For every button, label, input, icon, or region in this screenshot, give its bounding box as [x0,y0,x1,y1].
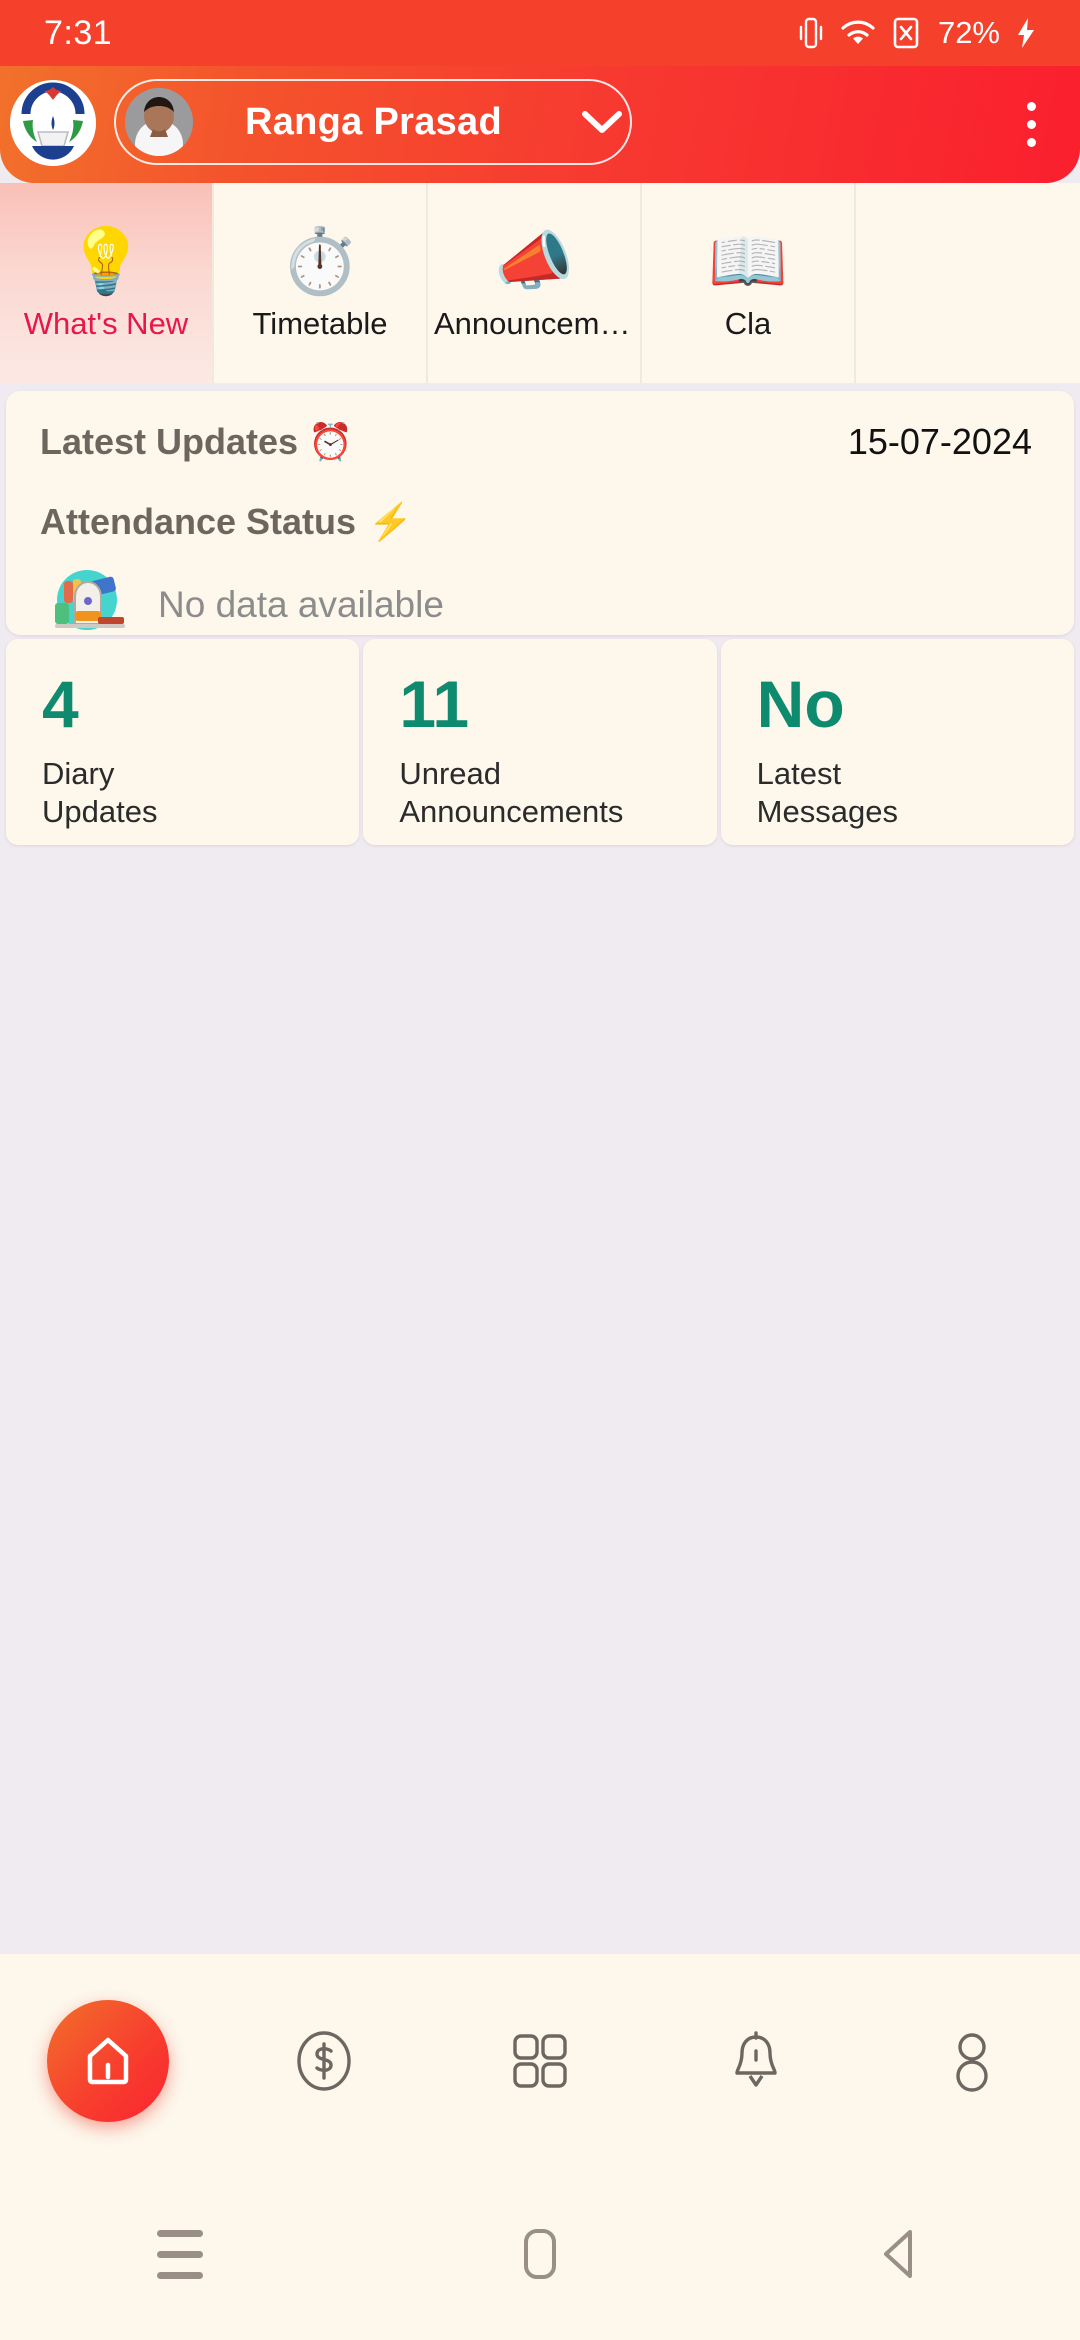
charging-bolt-icon [1016,17,1036,49]
stat-label-line2: Messages [756,793,898,829]
stat-label: Latest Messages [757,755,1074,831]
dollar-circle-icon [297,2031,351,2091]
stat-card-diary-updates[interactable]: 4 Diary Updates [6,639,360,845]
vibrate-icon [798,16,824,50]
sys-home-button[interactable] [360,2225,720,2283]
recents-line [157,2271,203,2279]
lightbulb-book-icon: 💡 [66,225,146,297]
recents-line [157,2250,203,2258]
tab-classwork[interactable]: 📖 Cla [642,183,856,383]
chevron-down-icon[interactable] [574,109,630,135]
kebab-menu-icon[interactable] [1004,90,1058,160]
sys-back-button[interactable] [720,2226,1080,2282]
lightning-bolt-icon: ⚡ [368,501,413,542]
tab-label: Timetable [252,306,388,341]
home-square-icon [524,2229,556,2279]
stat-value: 11 [399,667,470,741]
latest-updates-card: Latest Updates ⏰ 15-07-2024 Attendance S… [6,391,1074,635]
latest-updates-header: Latest Updates ⏰ 15-07-2024 [40,421,1040,463]
stat-label-line1: Unread [399,756,502,791]
recents-icon [157,2229,203,2279]
battery-percent: 72% [937,15,1000,50]
system-navigation-bar[interactable] [0,2168,1080,2340]
person-icon [956,2033,988,2092]
stat-value: 4 [42,667,79,741]
stat-label: Diary Updates [42,755,359,831]
status-bar-clock: 7:31 [44,13,113,52]
stat-label-line1: Diary [42,756,115,791]
open-book-icon: 📖 [708,225,788,297]
back-triangle-icon [884,2230,912,2278]
stat-cards: 4 Diary Updates 11 Unread Announcements … [6,639,1074,845]
attendance-status-title-text: Attendance Status [40,501,357,542]
tab-timetable[interactable]: ⏱️ Timetable [214,183,428,383]
stat-value: No [756,667,845,741]
stat-label-line2: Announcements [399,793,624,829]
attendance-empty-state: No data available [40,567,1040,643]
student-avatar [125,88,193,156]
wifi-icon [840,18,876,48]
kebab-dot [1026,102,1036,111]
megaphone-icon: 📣 [494,225,574,297]
sys-recents-button[interactable] [0,2229,360,2279]
attendance-empty-text: No data available [158,584,444,625]
status-bar-icons: 72% [798,15,1036,51]
sim-off-icon [892,16,920,50]
tab-label: Announcemen… [434,306,634,341]
student-selector[interactable]: Ranga Prasad [114,79,632,165]
bottom-navigation[interactable] [0,1954,1080,2168]
grid-apps-icon [513,2034,567,2088]
alarm-clock-icon: ⏰ [308,421,353,462]
nav-item-home[interactable] [0,1954,216,2168]
latest-updates-title-text: Latest Updates [40,421,299,462]
kebab-dot [1026,138,1036,147]
latest-updates-title: Latest Updates ⏰ [40,421,353,463]
nav-item-apps[interactable] [432,1954,648,2168]
home-icon [87,2037,129,2085]
app-header: Ranga Prasad [0,66,1080,183]
clock-gear-icon: ⏱️ [280,225,360,297]
bell-icon [735,2031,777,2087]
school-bag-empty-icon [40,567,136,643]
tab-announcements[interactable]: 📣 Announcemen… [428,183,642,383]
school-crest-logo[interactable] [10,80,96,166]
stat-card-latest-messages[interactable]: No Latest Messages [720,639,1074,845]
recents-line [157,2229,203,2237]
stat-label-line1: Latest [756,756,842,791]
tab-whats-new[interactable]: 💡 What's New [0,183,214,383]
status-bar: 7:31 72% [0,0,1080,66]
latest-updates-date: 15-07-2024 [847,421,1032,462]
stat-card-unread-announcements[interactable]: 11 Unread Announcements [363,639,717,845]
tab-label: What's New [23,306,189,341]
student-name: Ranga Prasad [244,100,503,143]
nav-item-profile[interactable] [864,1954,1080,2168]
home-icon-active-bubble [47,2000,169,2122]
app-screen: 7:31 72% Ranga Prasad 💡 What's New ⏱️ Ti… [0,0,1080,2340]
tab-label: Cla [724,306,772,341]
kebab-dot [1026,120,1036,129]
stat-label: Unread Announcements [399,755,716,831]
section-tabs[interactable]: 💡 What's New ⏱️ Timetable 📣 Announcemen…… [0,183,1080,383]
stat-label-line2: Updates [42,793,158,829]
nav-item-fees[interactable] [216,1954,432,2168]
attendance-status-title: Attendance Status ⚡ [40,501,1040,543]
nav-item-notifications[interactable] [648,1954,864,2168]
